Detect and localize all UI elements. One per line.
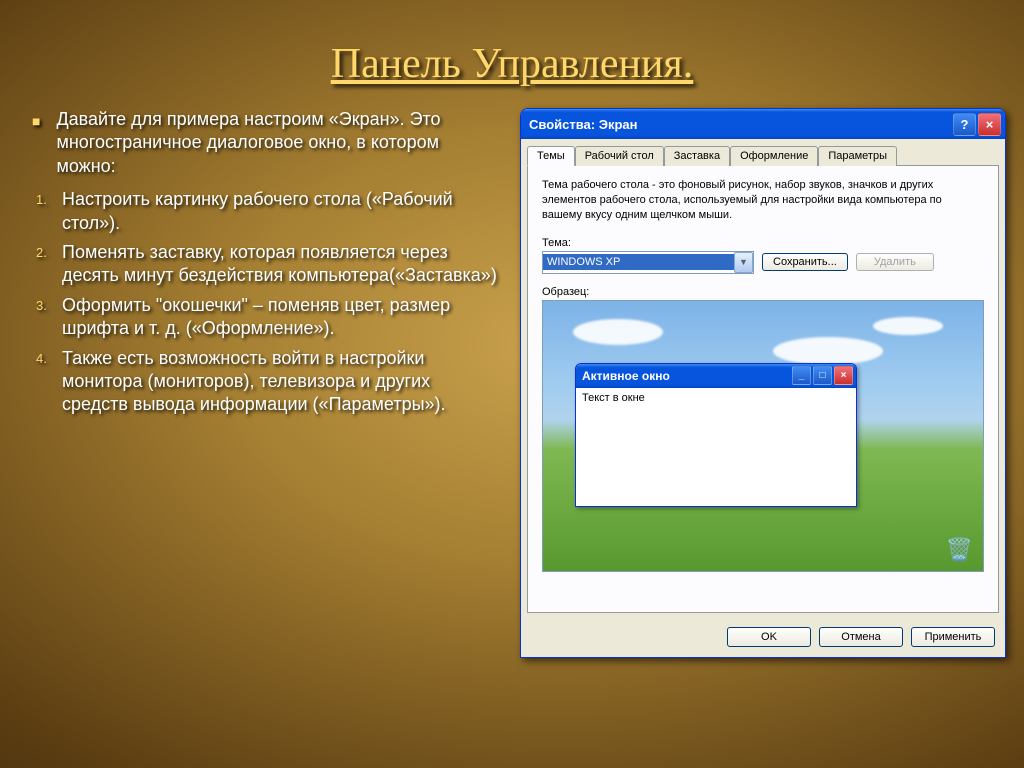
- cloud-icon: [573, 319, 663, 345]
- recycle-bin-icon: 🗑️: [946, 537, 973, 563]
- item-number: 2.: [36, 241, 62, 288]
- theme-row: WINDOWS XP ▼ Сохранить... Удалить: [542, 251, 984, 274]
- apply-button[interactable]: Применить: [911, 627, 995, 647]
- list-item: 4.Также есть возможность войти в настрой…: [36, 347, 498, 417]
- theme-combobox[interactable]: WINDOWS XP ▼: [542, 251, 754, 274]
- tabstrip: Темы Рабочий стол Заставка Оформление Па…: [521, 139, 1005, 165]
- preview-label: Образец:: [542, 286, 984, 298]
- cancel-button[interactable]: Отмена: [819, 627, 903, 647]
- numbered-list: 1.Настроить картинку рабочего стола («Ра…: [18, 188, 498, 417]
- close-icon: ×: [834, 366, 853, 385]
- tab-desktop[interactable]: Рабочий стол: [575, 146, 664, 166]
- dialog-column: Свойства: Экран ? × Темы Рабочий стол За…: [498, 108, 1006, 658]
- item-number: 1.: [36, 188, 62, 235]
- dialog-button-bar: OK Отмена Применить: [521, 619, 1005, 657]
- maximize-icon: □: [813, 366, 832, 385]
- list-item: 3.Оформить "окошечки" – поменяв цвет, ра…: [36, 294, 498, 341]
- dialog-title: Свойства: Экран: [529, 117, 951, 132]
- tab-screensaver[interactable]: Заставка: [664, 146, 730, 166]
- item-text: Поменять заставку, которая появляется че…: [62, 241, 498, 288]
- item-text: Оформить "окошечки" – поменяв цвет, разм…: [62, 294, 498, 341]
- titlebar[interactable]: Свойства: Экран ? ×: [521, 109, 1005, 139]
- tab-themes[interactable]: Темы: [527, 146, 575, 166]
- cloud-icon: [873, 317, 943, 335]
- theme-field-label: Тема:: [542, 237, 984, 249]
- cloud-icon: [773, 337, 883, 365]
- theme-description: Тема рабочего стола - это фоновый рисуно…: [542, 178, 984, 223]
- item-number: 3.: [36, 294, 62, 341]
- item-text: Настроить картинку рабочего стола («Рабо…: [62, 188, 498, 235]
- chevron-down-icon[interactable]: ▼: [734, 252, 753, 273]
- theme-selected-value: WINDOWS XP: [543, 254, 734, 270]
- tab-panel-themes: Тема рабочего стола - это фоновый рисуно…: [527, 165, 999, 613]
- minimize-icon: _: [792, 366, 811, 385]
- list-item: 2.Поменять заставку, которая появляется …: [36, 241, 498, 288]
- preview-window-titlebar: Активное окно _ □ ×: [576, 364, 856, 388]
- close-button[interactable]: ×: [978, 113, 1001, 136]
- display-properties-dialog: Свойства: Экран ? × Темы Рабочий стол За…: [520, 108, 1006, 658]
- tab-appearance[interactable]: Оформление: [730, 146, 818, 166]
- tab-settings[interactable]: Параметры: [818, 146, 897, 166]
- slide-title: Панель Управления.: [0, 0, 1024, 88]
- slide-text-column: ■ Давайте для примера настроим «Экран». …: [18, 108, 498, 658]
- intro-row: ■ Давайте для примера настроим «Экран». …: [18, 108, 498, 178]
- item-text: Также есть возможность войти в настройки…: [62, 347, 498, 417]
- ok-button[interactable]: OK: [727, 627, 811, 647]
- bullet-icon: ■: [32, 108, 40, 178]
- delete-theme-button: Удалить: [856, 253, 934, 271]
- close-icon: ×: [986, 117, 994, 132]
- slide-root: Панель Управления. ■ Давайте для примера…: [0, 0, 1024, 768]
- help-icon: ?: [961, 117, 969, 132]
- preview-window-title: Активное окно: [582, 369, 790, 383]
- help-button[interactable]: ?: [953, 113, 976, 136]
- list-item: 1.Настроить картинку рабочего стола («Ра…: [36, 188, 498, 235]
- item-number: 4.: [36, 347, 62, 417]
- slide-content: ■ Давайте для примера настроим «Экран». …: [0, 88, 1024, 658]
- intro-text: Давайте для примера настроим «Экран». Эт…: [56, 108, 498, 178]
- save-theme-button[interactable]: Сохранить...: [762, 253, 848, 271]
- theme-preview: Активное окно _ □ × Текст в окне 🗑️: [542, 300, 984, 572]
- preview-active-window: Активное окно _ □ × Текст в окне: [575, 363, 857, 507]
- preview-window-body: Текст в окне: [576, 388, 856, 506]
